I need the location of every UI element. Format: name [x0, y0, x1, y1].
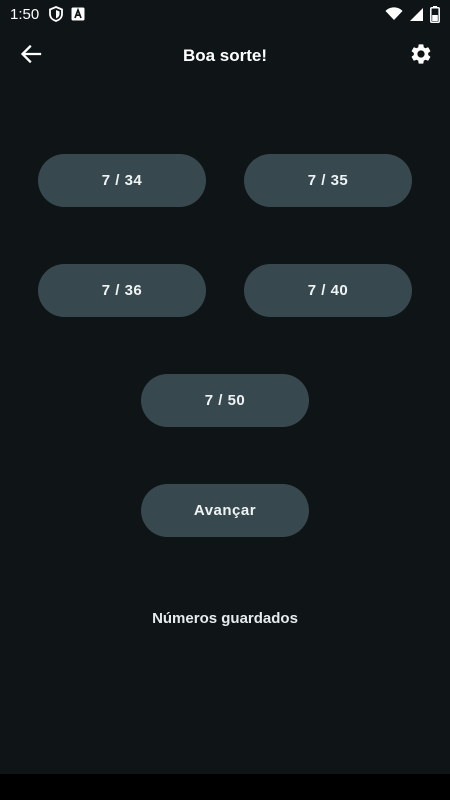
status-time: 1:50 — [10, 5, 40, 23]
option-button-7-50[interactable]: 7 / 50 — [141, 374, 309, 427]
battery-icon — [430, 5, 440, 23]
saved-numbers-label: Números guardados — [152, 610, 298, 627]
page-title: Boa sorte! — [182, 46, 268, 65]
option-button-7-35[interactable]: 7 / 35 — [244, 154, 412, 207]
signal-icon — [409, 7, 424, 22]
font-a-icon — [71, 7, 85, 21]
option-button-7-36[interactable]: 7 / 36 — [38, 264, 206, 317]
option-button-7-40[interactable]: 7 / 40 — [244, 264, 412, 317]
status-left-icons — [49, 6, 85, 22]
status-bar: 1:50 — [0, 0, 450, 28]
status-right-icons — [385, 0, 440, 28]
wifi-icon — [385, 7, 403, 21]
system-nav-bar — [0, 774, 450, 800]
settings-button[interactable] — [400, 35, 442, 77]
shield-icon — [49, 6, 64, 22]
gear-icon — [409, 42, 433, 71]
screen: 1:50 Boa sorte! 7 / 34 7 / 35 7 / 36 7 /… — [0, 0, 450, 800]
option-button-7-34[interactable]: 7 / 34 — [38, 154, 206, 207]
advance-button[interactable]: Avançar — [141, 484, 309, 537]
app-bar: Boa sorte! — [0, 28, 450, 84]
